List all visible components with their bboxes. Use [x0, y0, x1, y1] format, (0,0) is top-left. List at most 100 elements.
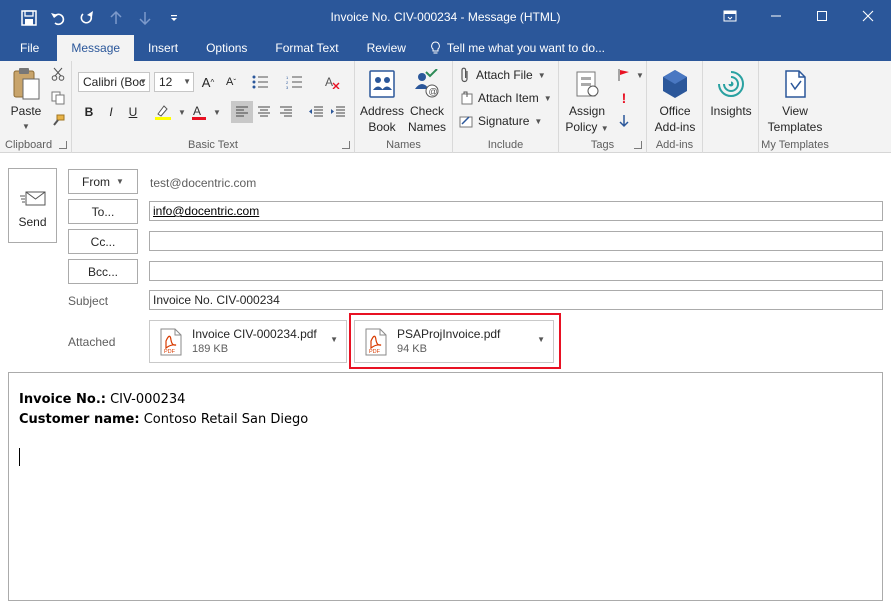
up-icon[interactable] [101, 3, 130, 33]
check-names-button[interactable]: @ Check Names [405, 65, 449, 135]
office-addins-button[interactable]: Office Add-ins [650, 65, 700, 135]
decrease-indent-icon[interactable] [305, 101, 327, 123]
names-label: Names [386, 139, 421, 151]
undo-icon[interactable] [43, 3, 72, 33]
paste-label: Paste [10, 104, 42, 118]
basic-text-launcher-icon[interactable] [342, 141, 350, 149]
paste-icon [11, 65, 41, 103]
address-book-button[interactable]: Address Book [359, 65, 405, 135]
close-icon[interactable] [845, 0, 891, 31]
svg-text:3: 3 [286, 85, 289, 89]
to-button[interactable]: To... [68, 199, 138, 224]
save-icon[interactable] [14, 3, 43, 33]
invoice-no-value: CIV-000234 [105, 392, 186, 407]
redo-icon[interactable] [72, 3, 101, 33]
high-importance-icon[interactable]: ! [613, 87, 635, 109]
tab-file[interactable]: File [0, 35, 57, 61]
svg-text:A: A [193, 104, 201, 118]
check-names-line2: Names [407, 120, 446, 134]
tell-me-text: Tell me what you want to do... [446, 41, 606, 55]
attachment-dropdown-icon[interactable]: ▼ [330, 335, 338, 344]
clipboard-launcher-icon[interactable] [59, 141, 67, 149]
insights-button[interactable]: Insights [706, 65, 756, 119]
numbering-icon[interactable]: 123 [284, 71, 306, 93]
ribbon-display-icon[interactable] [707, 0, 753, 31]
tags-group: Assign Policy ▼ ▼ ! Tags [559, 61, 647, 153]
insights-label: Insights [710, 104, 752, 118]
cc-button[interactable]: Cc... [68, 229, 138, 254]
tell-me-box[interactable]: Tell me what you want to do... [420, 35, 615, 61]
attach-item-button[interactable]: Attach Item ▼ [459, 87, 552, 109]
grow-font-icon[interactable]: A ^ [197, 71, 219, 93]
tags-launcher-icon[interactable] [634, 141, 642, 149]
office-addins-icon [661, 65, 689, 103]
include-label: Include [487, 139, 524, 151]
increase-indent-icon[interactable] [327, 101, 349, 123]
cc-field[interactable] [149, 231, 883, 251]
bcc-label: Bcc... [87, 264, 118, 279]
copy-icon[interactable] [47, 87, 69, 109]
tab-message[interactable]: Message [57, 35, 135, 61]
font-dropdown-icon: ▼ [139, 77, 147, 86]
body-line-customer: Customer name: Contoso Retail San Diego [19, 410, 872, 430]
bold-button[interactable]: B [78, 101, 100, 123]
tab-review[interactable]: Review [353, 35, 420, 61]
tab-options[interactable]: Options [192, 35, 261, 61]
svg-text:@: @ [429, 87, 438, 97]
paste-button[interactable]: Paste ▼ [6, 65, 46, 135]
maximize-icon[interactable] [799, 0, 845, 31]
to-recipient[interactable]: info@docentric.com [153, 204, 259, 218]
font-name-select[interactable]: Calibri (Boc ▼ [78, 72, 150, 92]
subject-field[interactable]: Invoice No. CIV-000234 [149, 290, 883, 310]
attached-label: Attached [68, 335, 116, 349]
subject-label: Subject [68, 294, 109, 308]
tab-format-text[interactable]: Format Text [261, 35, 352, 61]
format-painter-icon[interactable] [47, 110, 69, 132]
basic-text-group: Calibri (Boc ▼ 12 ▼ A ^ Aˇ 123 A B I U ▼ … [72, 61, 355, 153]
message-body[interactable]: Invoice No.: CIV-000234 Customer name: C… [8, 372, 883, 601]
align-center-icon[interactable] [253, 101, 275, 123]
font-size-select[interactable]: 12 ▼ [154, 72, 194, 92]
font-color-dropdown-icon[interactable]: ▼ [206, 101, 228, 123]
svg-text:A: A [325, 75, 333, 89]
bcc-button[interactable]: Bcc... [68, 259, 138, 284]
minimize-icon[interactable] [753, 0, 799, 31]
attach-item-dropdown-icon: ▼ [543, 93, 552, 103]
low-importance-icon[interactable] [613, 110, 635, 132]
bcc-field[interactable] [149, 261, 883, 281]
font-size-value: 12 [159, 75, 173, 89]
tab-insert[interactable]: Insert [134, 35, 192, 61]
align-left-icon[interactable] [231, 101, 253, 123]
from-address: test@docentric.com [150, 176, 257, 190]
view-templates-button[interactable]: View Templates [763, 65, 827, 135]
office-addins-line2: Add-ins [654, 120, 696, 134]
lightbulb-icon [431, 41, 440, 54]
my-templates-label: My Templates [761, 139, 829, 151]
attachment-highlight-box [349, 313, 561, 369]
customer-name-label: Customer name: [19, 412, 140, 427]
underline-button[interactable]: U [122, 101, 144, 123]
send-button[interactable]: Send [8, 168, 57, 243]
bullets-icon[interactable] [250, 71, 272, 93]
attachment-name: Invoice CIV-000234.pdf [192, 326, 317, 341]
clipboard-group: Paste ▼ Clipboard [0, 61, 72, 153]
attach-file-dropdown-icon: ▼ [537, 70, 546, 80]
signature-button[interactable]: Signature ▼ [459, 110, 542, 132]
shrink-font-icon[interactable]: Aˇ [220, 71, 242, 93]
addins-label: Add-ins [655, 139, 694, 151]
svg-text:PDF: PDF [164, 349, 176, 355]
align-right-icon[interactable] [275, 101, 297, 123]
attachment-item[interactable]: PDF Invoice CIV-000234.pdf 189 KB ▼ [149, 320, 347, 363]
from-button[interactable]: From ▼ [68, 169, 138, 194]
office-addins-line1: Office [659, 104, 691, 118]
quick-access-toolbar [0, 0, 188, 35]
to-field[interactable]: info@docentric.com [149, 201, 883, 221]
italic-button[interactable]: I [100, 101, 122, 123]
down-icon[interactable] [130, 3, 159, 33]
assign-policy-button[interactable]: Assign Policy ▼ [565, 65, 609, 137]
customize-icon[interactable] [159, 3, 188, 33]
cut-icon[interactable] [47, 63, 69, 85]
attach-file-button[interactable]: Attach File ▼ [459, 64, 546, 86]
clear-formatting-icon[interactable]: A [322, 71, 344, 93]
view-templates-line1: View [782, 104, 808, 118]
